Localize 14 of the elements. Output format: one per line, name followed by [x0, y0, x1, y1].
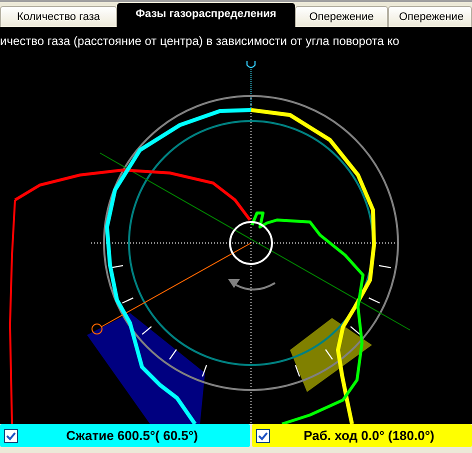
tab[interactable]: Количество газа [0, 6, 117, 27]
tab[interactable]: Фазы газораспределения [117, 3, 295, 27]
tab[interactable]: Опережение [388, 6, 472, 27]
checkbox[interactable] [256, 428, 270, 442]
pointer-ring-marker [92, 324, 102, 334]
top-marker-line [250, 68, 252, 110]
checkbox[interactable] [4, 428, 18, 442]
hub-circle [229, 221, 273, 265]
phase-label: Сжатие 600.5°( 60.5°) [65, 426, 199, 445]
tab[interactable]: Опережение [295, 6, 388, 27]
phase-label: Раб. ход 0.0° (180.0°) [302, 426, 436, 445]
rotation-arrow-icon [228, 279, 276, 290]
chart-caption: ичество газа (расстояние от центра) в зависимости от угла поворота ко [0, 33, 400, 50]
top-marker-icon [246, 61, 256, 68]
